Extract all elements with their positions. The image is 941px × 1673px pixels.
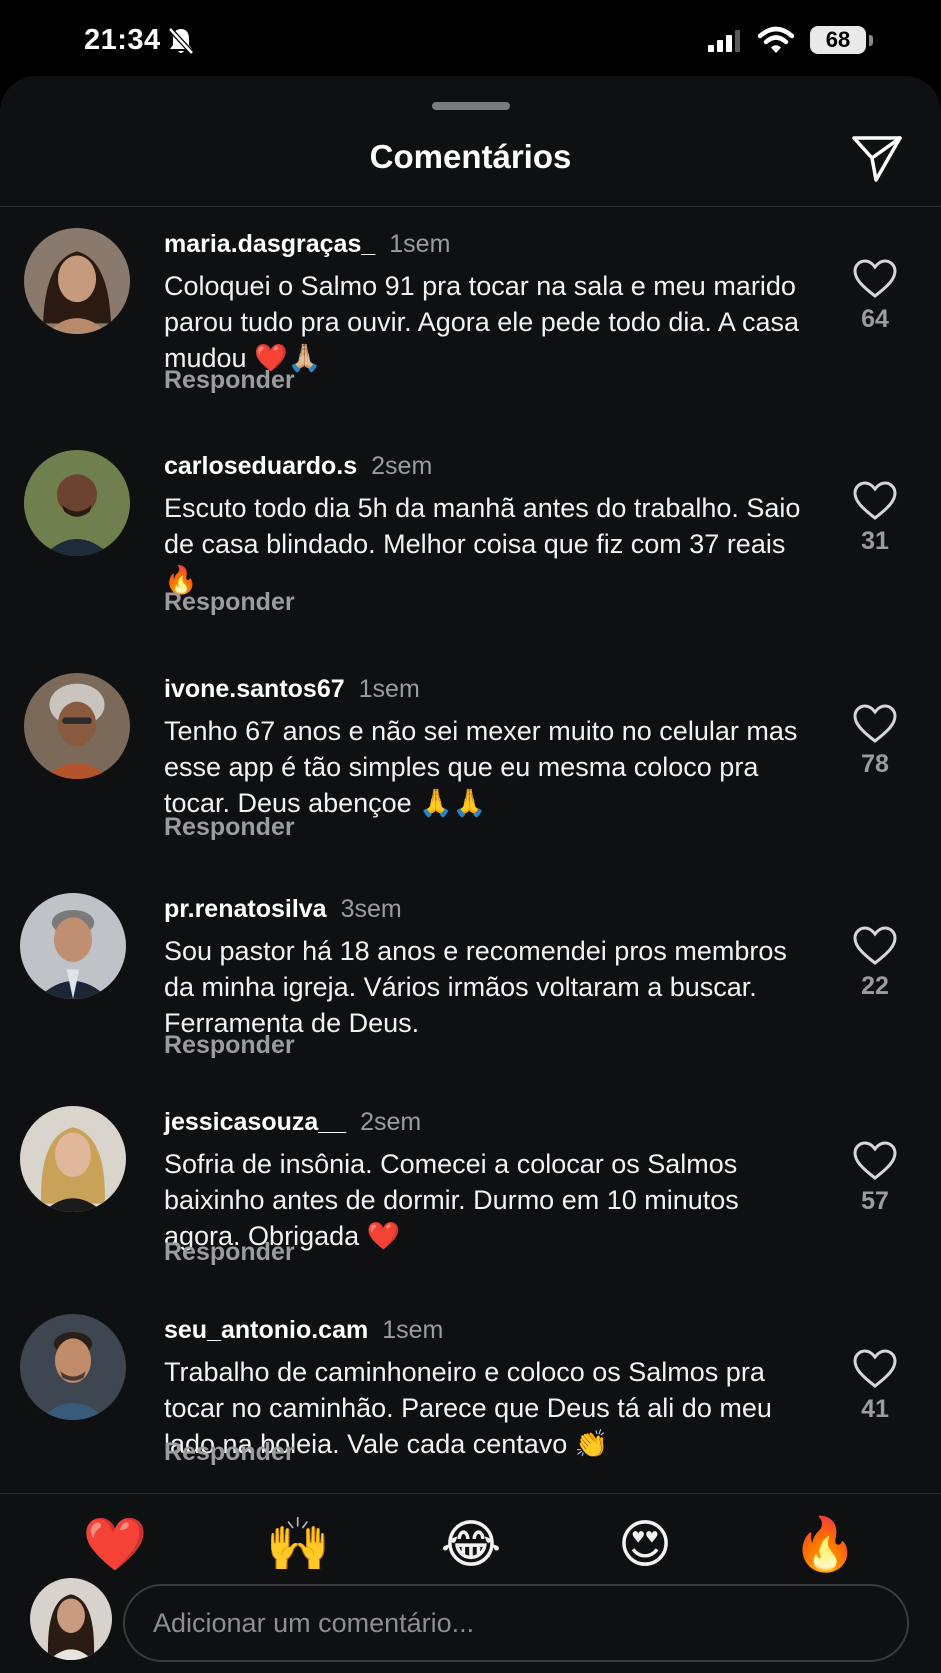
avatar[interactable]: [20, 1106, 126, 1212]
comment-username[interactable]: jessicasouza__: [164, 1108, 346, 1136]
reaction-heart[interactable]: ❤️: [80, 1512, 150, 1578]
comment-username[interactable]: pr.renatosilva: [164, 895, 327, 923]
reply-button[interactable]: Responder: [164, 1438, 295, 1467]
heart-icon[interactable]: [852, 258, 898, 300]
battery-level: 68: [825, 27, 851, 52]
avatar[interactable]: [24, 450, 130, 556]
avatar[interactable]: [24, 673, 130, 779]
comment-username[interactable]: maria.dasgraças_: [164, 230, 375, 258]
like-count: 78: [861, 750, 889, 778]
heart-icon[interactable]: [852, 925, 898, 967]
like-count: 64: [861, 305, 889, 333]
header-divider: [0, 206, 941, 207]
page-title: Comentários: [369, 138, 572, 175]
reply-button[interactable]: Responder: [164, 1238, 295, 1267]
like-count: 31: [861, 527, 889, 555]
avatar[interactable]: [20, 893, 126, 999]
comment-text: Escuto todo dia 5h da manhã antes do tra…: [164, 493, 801, 595]
comment-meta: jessicasouza__ 2sem: [164, 1108, 421, 1137]
comment-text: Coloquei o Salmo 91 pra tocar na sala e …: [164, 271, 799, 373]
like-count: 57: [861, 1187, 889, 1215]
composer-bar: ❤️ 🙌 😂 😍 🔥: [0, 1493, 941, 1673]
like-count: 22: [861, 972, 889, 1000]
comment-time: 3sem: [340, 895, 402, 923]
sheet-grabber[interactable]: [432, 102, 510, 110]
comment-meta: ivone.santos67 1sem: [164, 675, 420, 704]
signal-icon: [708, 30, 740, 52]
reaction-heart-eyes[interactable]: 😍: [610, 1512, 680, 1578]
reply-button[interactable]: Responder: [164, 813, 295, 842]
comment-time: 2sem: [371, 452, 433, 480]
comment-time: 2sem: [360, 1108, 422, 1136]
status-bar: 21:34 68: [0, 0, 941, 80]
heart-icon[interactable]: [852, 703, 898, 745]
comments-sheet: Comentários maria.dasgraças_ 1sem Coloque…: [0, 76, 941, 1672]
comment-username[interactable]: seu_antonio.cam: [164, 1316, 368, 1344]
reaction-laughing[interactable]: 😂: [436, 1512, 506, 1578]
avatar[interactable]: [20, 1314, 126, 1420]
reply-button[interactable]: Responder: [164, 366, 295, 395]
reaction-raised-hands[interactable]: 🙌: [263, 1512, 333, 1578]
heart-icon[interactable]: [852, 1140, 898, 1182]
comment-text: Tenho 67 anos e não sei mexer muito no c…: [164, 716, 798, 818]
send-icon[interactable]: [850, 133, 904, 185]
reaction-fire[interactable]: 🔥: [790, 1512, 860, 1578]
comment-time: 1sem: [382, 1316, 444, 1344]
comment-meta: pr.renatosilva 3sem: [164, 895, 402, 924]
comment-username[interactable]: ivone.santos67: [164, 675, 345, 703]
comment-input[interactable]: [123, 1584, 909, 1662]
comment-time: 1sem: [358, 675, 420, 703]
reply-button[interactable]: Responder: [164, 1031, 295, 1060]
comment-time: 1sem: [389, 230, 451, 258]
comment-text: Sou pastor há 18 anos e recomendei pros …: [164, 936, 787, 1038]
wifi-icon: [758, 26, 794, 53]
reply-button[interactable]: Responder: [164, 588, 295, 617]
bell-off-icon: [168, 27, 194, 55]
comment-meta: seu_antonio.cam 1sem: [164, 1316, 443, 1345]
battery-icon: 68: [810, 26, 876, 56]
status-time: 21:34: [84, 24, 161, 56]
heart-icon[interactable]: [852, 1348, 898, 1390]
comment-meta: carloseduardo.s 2sem: [164, 452, 432, 481]
my-avatar: [30, 1578, 112, 1660]
like-count: 41: [861, 1395, 889, 1423]
comment-meta: maria.dasgraças_ 1sem: [164, 230, 450, 259]
comment-username[interactable]: carloseduardo.s: [164, 452, 357, 480]
avatar[interactable]: [24, 228, 130, 334]
heart-icon[interactable]: [852, 480, 898, 522]
